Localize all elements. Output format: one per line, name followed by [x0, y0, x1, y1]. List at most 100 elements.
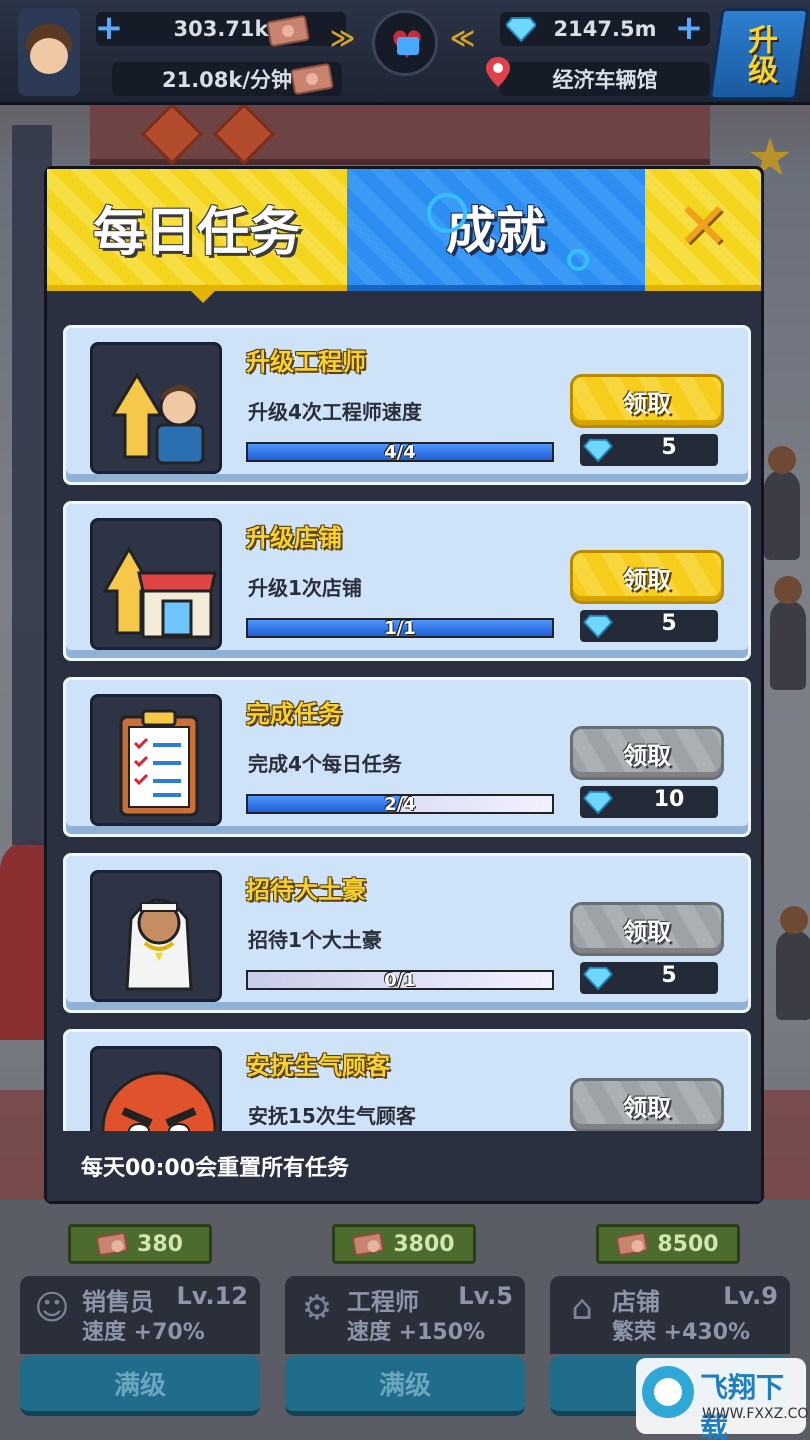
progress-text: 2/4 — [384, 794, 416, 815]
max-level-label: 满级 — [378, 1371, 431, 1401]
claim-button[interactable]: 领取 — [570, 902, 724, 956]
task-title: 升级工程师 — [246, 348, 366, 376]
panel-name: 销售员 — [82, 1288, 154, 1316]
task-title: 安抚生气顾客 — [246, 1052, 390, 1080]
gem-reward: 5 — [580, 434, 718, 466]
cash-icon — [615, 1231, 649, 1257]
panel-level: Lv.12 — [176, 1282, 249, 1310]
panel-level: Lv.5 — [458, 1282, 513, 1310]
reward-amount: 5 — [661, 611, 677, 636]
decor-ring — [567, 249, 589, 271]
task-title: 升级店铺 — [246, 524, 342, 552]
wrench-gear-icon: ⚙ — [301, 1288, 333, 1328]
price-value: 380 — [137, 1231, 183, 1257]
panel-bonus: 速度 +70% — [82, 1320, 205, 1345]
gem-reward: 5 — [580, 610, 718, 642]
claim-button[interactable]: 领取 — [570, 1078, 724, 1131]
task-progress-bar: 4/4 — [246, 442, 554, 463]
rich-sheikh-icon — [90, 870, 222, 1002]
panel-bonus: 速度 +150% — [347, 1320, 486, 1345]
diamond-icon — [582, 790, 614, 814]
task-description: 安抚15次生气顾客 — [248, 1104, 416, 1128]
reward-amount: 10 — [653, 787, 685, 812]
claim-label: 领取 — [623, 741, 671, 770]
task-progress-bar: 0/1 — [246, 970, 554, 991]
engineer-panel: ⚙ 工程师 Lv.5 速度 +150% 满级 — [285, 1276, 525, 1416]
cash-icon — [351, 1231, 385, 1257]
task-title: 完成任务 — [246, 700, 342, 728]
customer-figure — [776, 906, 810, 1020]
add-cash-plus-icon[interactable]: + — [94, 11, 124, 45]
progress-text: 0/1 — [384, 970, 416, 991]
map-pin-icon — [486, 57, 510, 87]
panel-header: ☺ 销售员 Lv.12 速度 +70% — [20, 1276, 260, 1354]
panel-bonus: 繁荣 +430% — [612, 1320, 751, 1345]
claim-button[interactable]: 领取 — [570, 726, 724, 780]
storefront-icon: ⌂ — [571, 1288, 593, 1328]
cash-icon — [95, 1231, 129, 1257]
task-description: 完成4个每日任务 — [248, 752, 402, 776]
watermark-url: WWW.FXXZ.COM — [702, 1406, 810, 1422]
angry-face-icon — [90, 1046, 222, 1131]
close-button[interactable]: ✕ — [645, 169, 761, 291]
customer-figure — [770, 576, 806, 690]
panel-name: 店铺 — [612, 1288, 660, 1316]
tab-daily-tasks[interactable]: 每日任务 — [47, 169, 347, 291]
location-name: 经济车辆馆 — [552, 68, 658, 92]
task-card: 升级店铺 升级1次店铺 1/1 领取 5 — [63, 501, 751, 661]
watermark-brand: 飞翔下载 — [700, 1371, 785, 1440]
customer-figure — [764, 446, 800, 560]
decor-ring — [427, 193, 467, 233]
panel-level: Lv.9 — [723, 1282, 778, 1310]
diamond-icon — [582, 438, 614, 462]
reset-notice: 每天00:00会重置所有任务 — [47, 1131, 761, 1201]
cash-display: 303.71k — [96, 12, 346, 46]
reset-notice-text: 每天00:00会重置所有任务 — [81, 1156, 350, 1181]
panel-header: ⌂ 店铺 Lv.9 繁荣 +430% — [550, 1276, 790, 1354]
left-wing-icon: ≫ — [330, 24, 356, 52]
price-tag: 8500 — [596, 1224, 740, 1264]
engineer-upgrade-icon — [90, 342, 222, 474]
claim-button[interactable]: 领取 — [570, 550, 724, 604]
tab-daily-label: 每日任务 — [92, 202, 301, 263]
claim-label: 领取 — [623, 565, 671, 594]
gem-reward: 10 — [580, 786, 718, 818]
progress-text: 1/1 — [384, 618, 416, 639]
reward-amount: 5 — [661, 963, 677, 988]
lock-icon — [397, 37, 419, 55]
price-value: 8500 — [657, 1231, 719, 1257]
salesperson-panel: ☺ 销售员 Lv.12 速度 +70% 满级 — [20, 1276, 260, 1416]
diamond-icon — [582, 966, 614, 990]
right-wing-icon: ≪ — [450, 24, 476, 52]
price-tag: 380 — [68, 1224, 212, 1264]
claim-button[interactable]: 领取 — [570, 374, 724, 428]
diamond-icon — [582, 614, 614, 638]
upgrade-label: 升级 — [742, 24, 777, 84]
claim-label: 领取 — [623, 917, 671, 946]
avatar-face — [30, 38, 68, 74]
task-description: 升级4次工程师速度 — [248, 400, 422, 424]
location-display[interactable]: 经济车辆馆 — [500, 62, 710, 96]
task-title: 招待大土豪 — [246, 876, 366, 904]
progress-text: 4/4 — [384, 442, 416, 463]
price-value: 3800 — [393, 1231, 455, 1257]
player-avatar[interactable] — [18, 8, 80, 96]
max-level-button[interactable]: 满级 — [20, 1356, 260, 1416]
gem-amount: 2147.5m — [553, 17, 657, 41]
clipboard-checklist-icon — [90, 694, 222, 826]
cash-amount: 303.71k — [173, 17, 269, 41]
heart-lock-badge[interactable]: ♥ — [372, 10, 438, 76]
site-watermark: 飞翔下载 WWW.FXXZ.COM — [636, 1358, 810, 1440]
task-list[interactable]: 升级工程师 升级4次工程师速度 4/4 领取 5 升级店铺 升级1次店铺 1/1… — [47, 291, 761, 1131]
upgrade-button[interactable]: 升级 — [708, 8, 810, 100]
tab-achievements[interactable]: 成就 — [347, 169, 645, 291]
panel-header: ⚙ 工程师 Lv.5 速度 +150% — [285, 1276, 525, 1354]
task-description: 升级1次店铺 — [248, 576, 362, 600]
task-description: 招待1个大土豪 — [248, 928, 382, 952]
claim-label: 领取 — [623, 389, 671, 418]
diamond-icon — [506, 17, 536, 42]
max-level-button[interactable]: 满级 — [285, 1356, 525, 1416]
max-level-label: 满级 — [113, 1371, 166, 1401]
task-progress-bar: 2/4 — [246, 794, 554, 815]
add-gems-plus-icon[interactable]: + — [674, 11, 704, 45]
